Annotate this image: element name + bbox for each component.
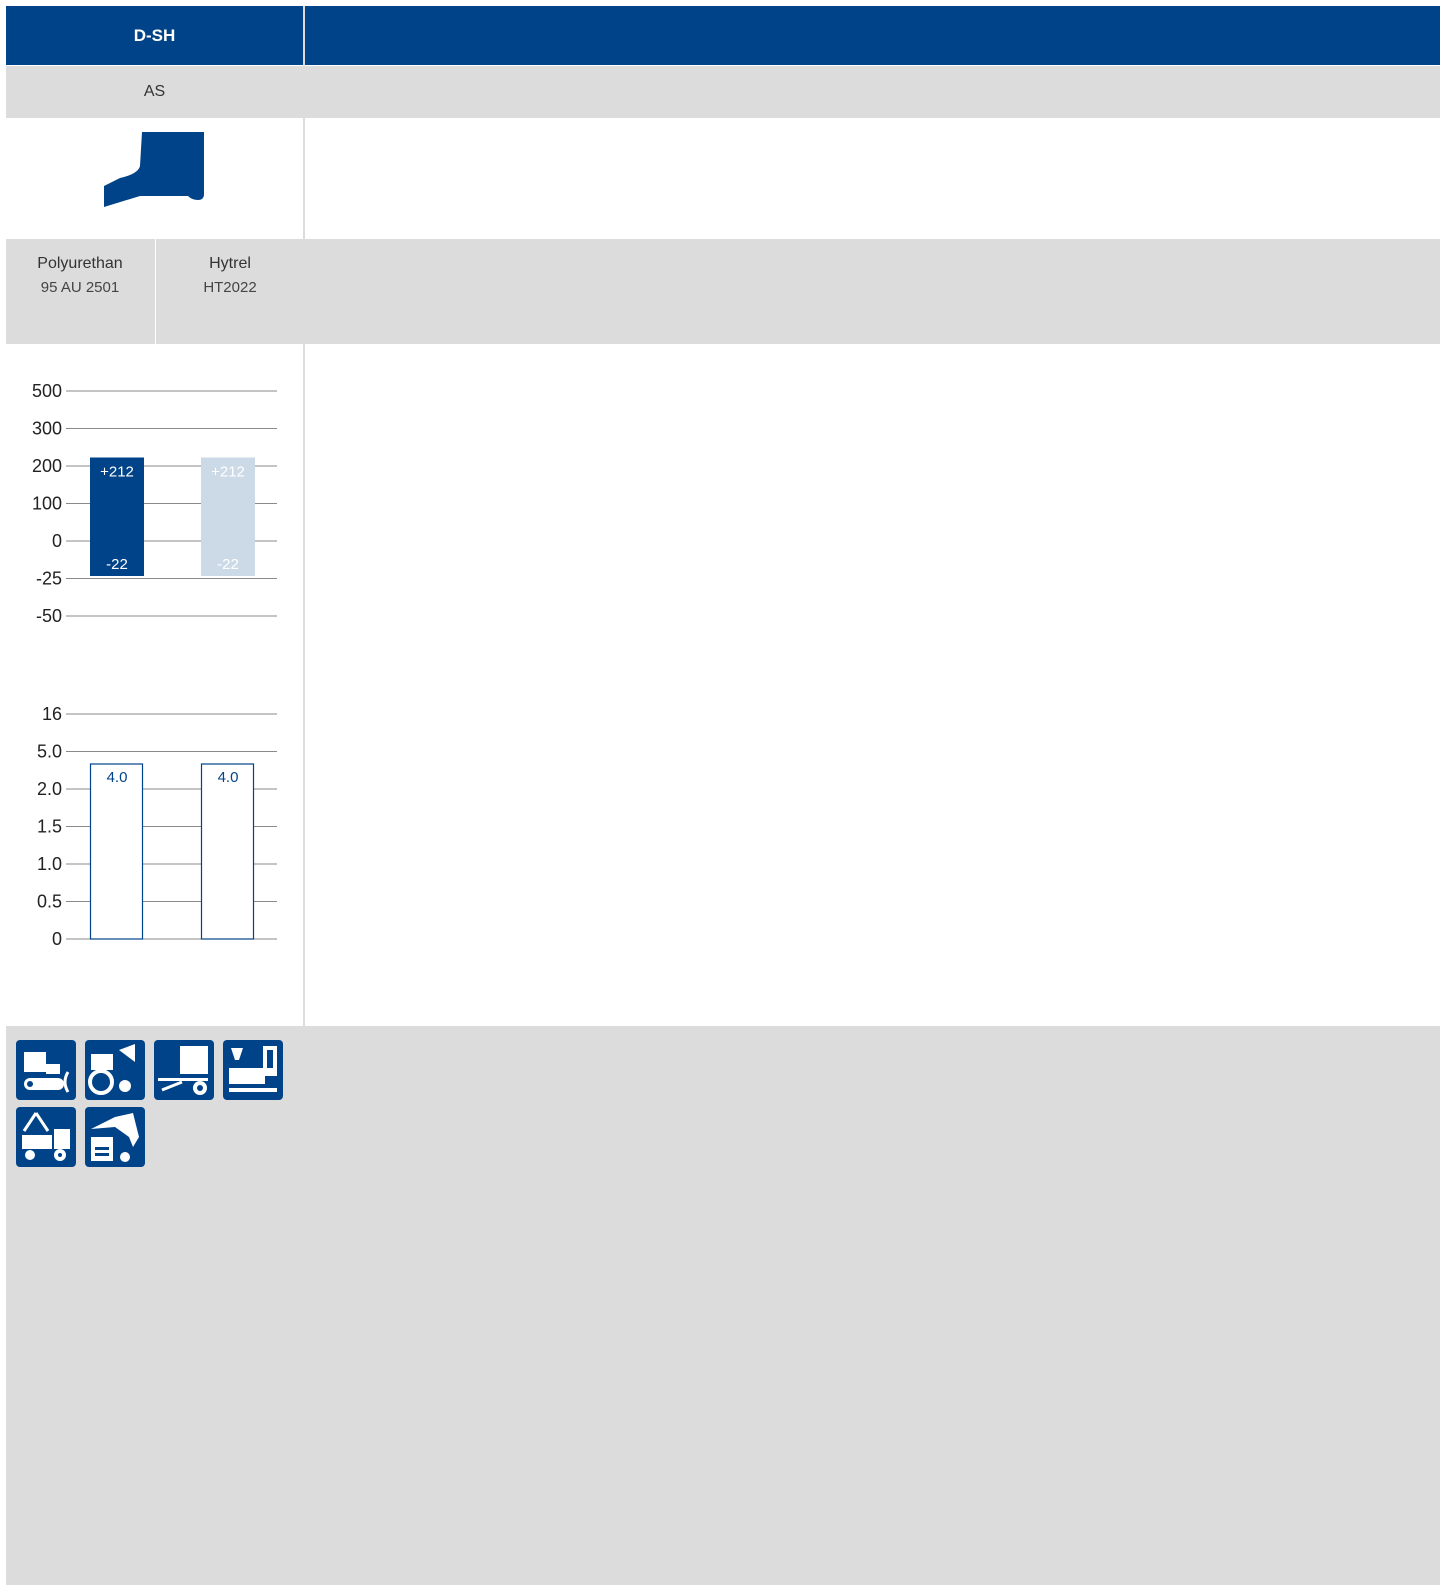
temperature-chart-svg: 500 300 200 100 0 -25 -50 +212 -22 +212 -22 [32,381,277,626]
trailer-icon [154,1040,214,1100]
value-label: 4.0 [107,769,128,786]
y-tick-label: 5.0 [37,742,62,762]
min-value-label: -22 [217,556,239,573]
excavator-icon [85,1107,145,1167]
material-cell-2: Hytrel HT2022 [156,252,304,300]
max-value-label: +212 [100,464,134,481]
min-value-label: -22 [106,556,128,573]
y-tick-label: 100 [32,494,62,514]
y-tick-label: 0 [52,531,62,551]
y-tick-label: 16 [42,704,62,724]
y-tick-label: -50 [36,606,62,626]
y-tick-label: -25 [36,569,62,589]
y-tick-label: 0.5 [37,892,62,912]
product-title: D-SH [6,6,303,65]
material-name: Hytrel [209,255,251,272]
type-label: AS [6,66,303,118]
bulldozer-icon [16,1040,76,1100]
y-tick-label: 500 [32,381,62,401]
seal-profile-shape [104,132,204,207]
max-value-label: +212 [211,464,245,481]
truck-crane-icon [16,1107,76,1167]
tractor-icon [85,1040,145,1100]
injection-molding-machine-icon [223,1040,283,1100]
y-tick-label: 0 [52,929,62,949]
speed-chart-svg: 16 5.0 2.0 1.5 1.0 0.5 0 4.0 4.0 [37,704,277,949]
value-label: 4.0 [218,769,239,786]
y-tick-label: 200 [32,456,62,476]
seal-profile-icon [100,128,210,212]
value-bar [200,763,255,940]
y-tick-label: 300 [32,419,62,439]
material-cell-1: Polyurethan 95 AU 2501 [6,252,154,300]
header-bar [305,6,1440,65]
temperature-chart: 500 300 200 100 0 -25 -50 +212 -22 +212 -22 [0,370,300,645]
value-bar [89,763,144,940]
type-row-bar [305,66,1440,118]
speed-chart: 16 5.0 2.0 1.5 1.0 0.5 0 4.0 4.0 [0,695,300,970]
y-tick-label: 1.0 [37,854,62,874]
materials-row-bar [305,239,1440,344]
applications-row-bar [305,1026,1440,1585]
y-tick-label: 1.5 [37,817,62,837]
material-name: Polyurethan [37,255,123,272]
y-tick-label: 2.0 [37,779,62,799]
material-code: 95 AU 2501 [40,279,120,296]
material-code: HT2022 [203,279,257,296]
